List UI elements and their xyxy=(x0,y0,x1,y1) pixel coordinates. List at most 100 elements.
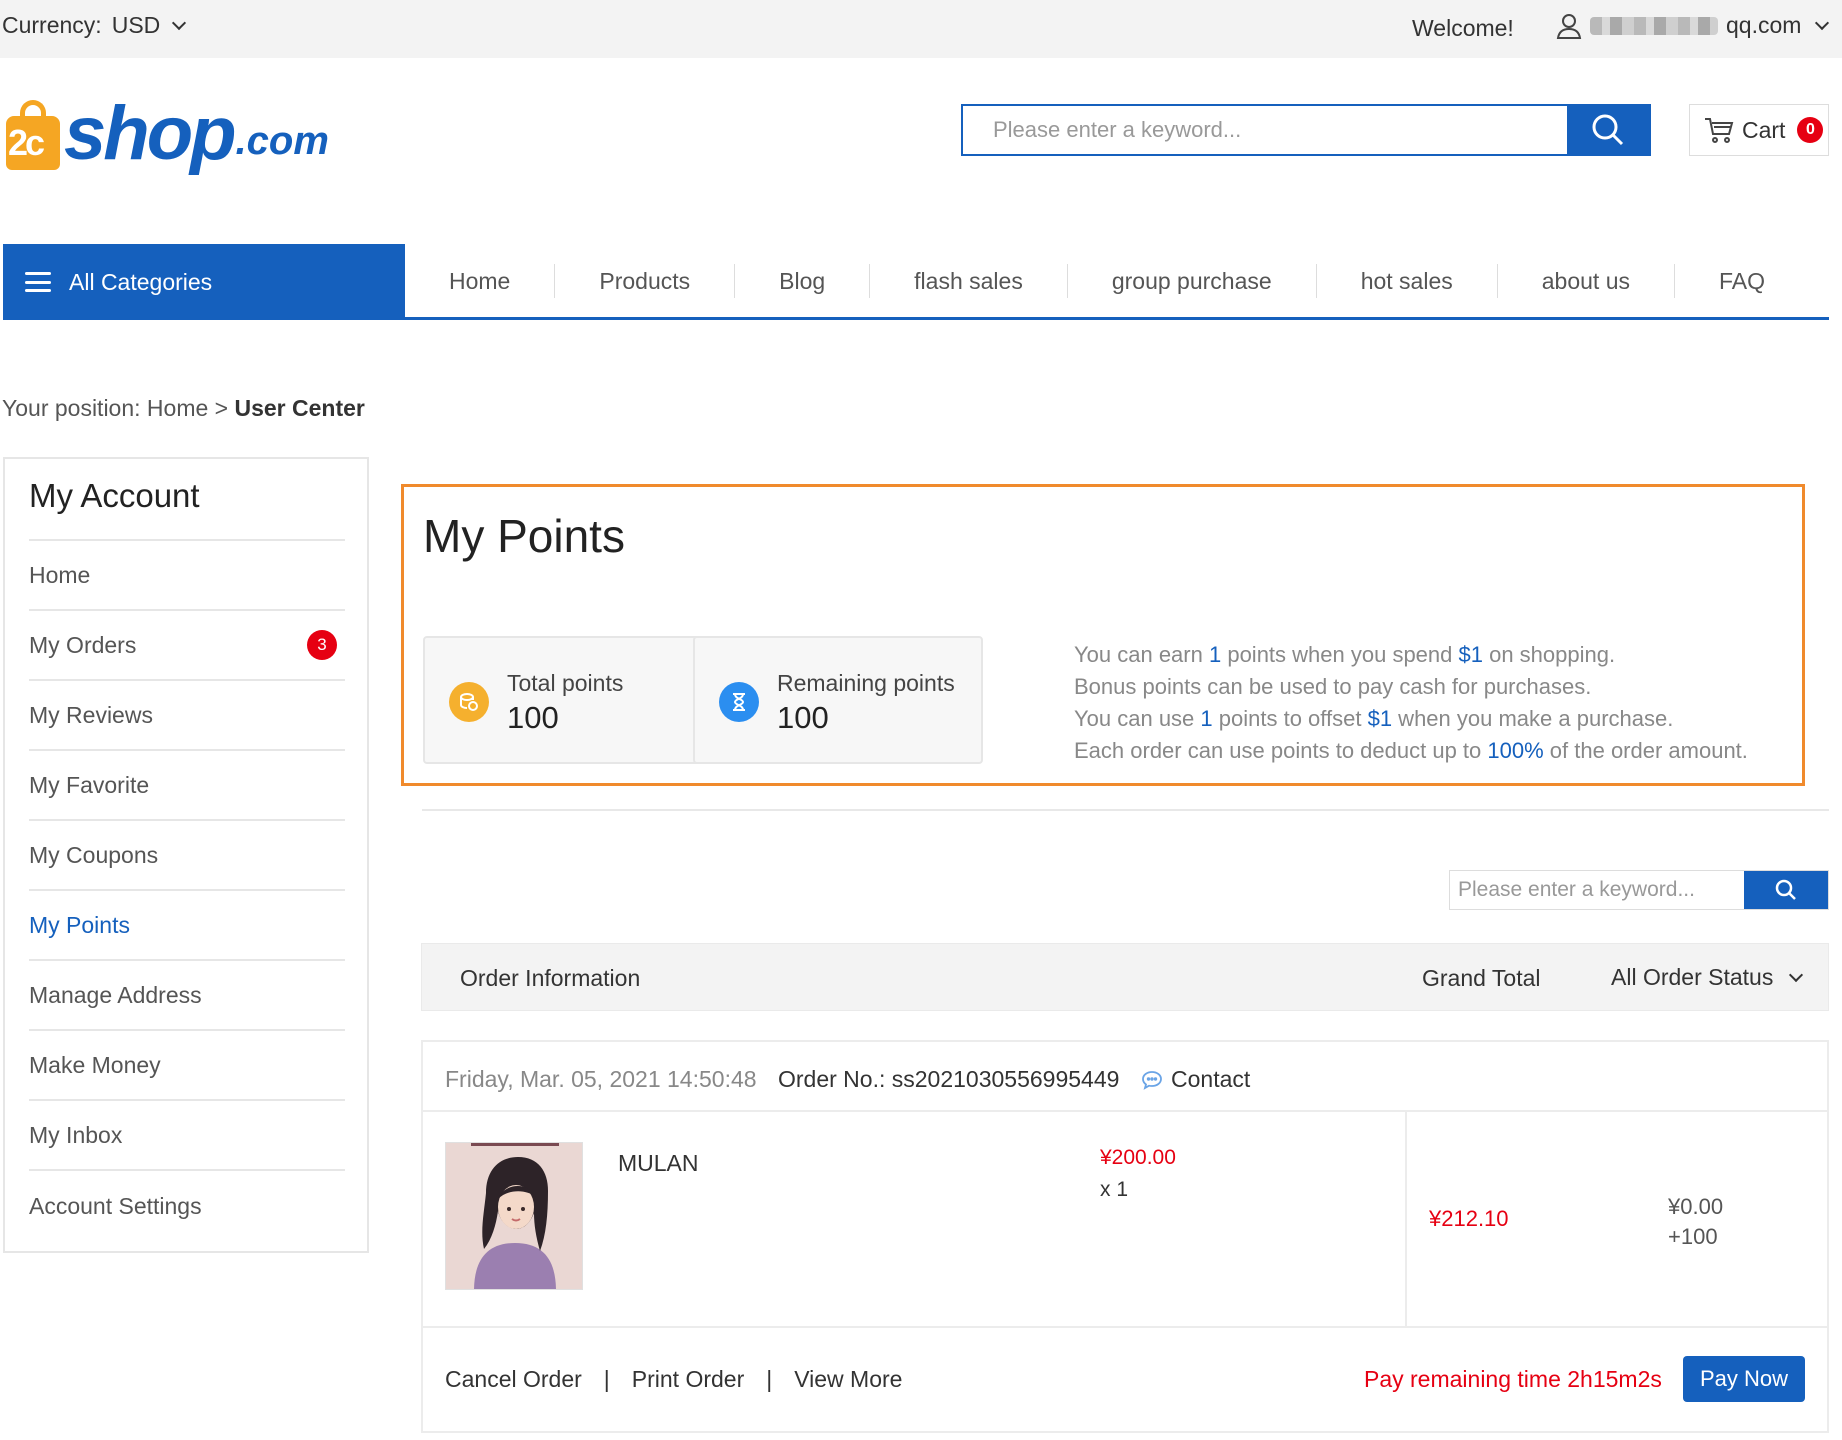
order-search xyxy=(1449,870,1829,910)
sidebar-item-label: Make Money xyxy=(29,1051,161,1078)
all-categories-button[interactable]: All Categories xyxy=(3,244,405,320)
points-rule-offset: You can use 1 points to offset $1 when y… xyxy=(1074,706,1674,731)
sidebar-item-label: My Inbox xyxy=(29,1121,123,1148)
order-number: Order No.: ss2021030556995449 xyxy=(778,1066,1120,1092)
order-table-header: Order Information Grand Total All Order … xyxy=(421,943,1829,1011)
sidebar-item-my-inbox[interactable]: My Inbox xyxy=(29,1101,345,1171)
product-thumbnail[interactable] xyxy=(445,1142,583,1290)
sidebar-item-label: My Coupons xyxy=(29,841,159,868)
order-search-button[interactable] xyxy=(1744,871,1828,909)
nav-group-purchase[interactable]: group purchase xyxy=(1068,263,1317,298)
col-order-information: Order Information xyxy=(460,965,641,991)
print-order-link[interactable]: Print Order xyxy=(632,1366,744,1393)
nav-about-us[interactable]: about us xyxy=(1498,263,1675,298)
points-delta: +100 xyxy=(1668,1224,1718,1249)
total-points-card: Total points 100 xyxy=(423,636,713,764)
order-search-input[interactable] xyxy=(1450,871,1744,909)
sidebar-item-make-money[interactable]: Make Money xyxy=(29,1031,345,1101)
sidebar-item-label: My Points xyxy=(29,911,130,938)
order-action-links: Cancel Order | Print Order | View More xyxy=(445,1366,902,1393)
cart-icon xyxy=(1705,118,1734,143)
currency-value: USD xyxy=(111,12,161,38)
points-rules: You can earn 1 points when you spend $1 … xyxy=(1074,639,1748,767)
sidebar-item-my-favorite[interactable]: My Favorite xyxy=(29,751,345,821)
sidebar-item-my-coupons[interactable]: My Coupons xyxy=(29,821,345,891)
menu-icon xyxy=(25,272,51,292)
sidebar-menu: Home My Orders 3 My Reviews My Favorite M… xyxy=(29,539,345,1241)
pay-remaining-time: Pay remaining time 2h15m2s xyxy=(1364,1366,1662,1392)
nav-products[interactable]: Products xyxy=(555,263,736,298)
chevron-down-icon xyxy=(172,15,187,30)
points-rule-bonus: Bonus points can be used to pay cash for… xyxy=(1074,674,1592,699)
shopping-bag-icon: 2c xyxy=(6,98,62,170)
breadcrumb: Your position: Home > User Center xyxy=(2,395,365,422)
cart-button[interactable]: Cart 0 xyxy=(1689,104,1829,156)
user-menu[interactable]: qq.com xyxy=(1556,12,1830,39)
pay-now-button[interactable]: Pay Now xyxy=(1683,1356,1805,1402)
sidebar-item-account-settings[interactable]: Account Settings xyxy=(29,1171,345,1241)
contact-link[interactable]: Contact xyxy=(1141,1066,1250,1093)
sidebar-item-label: My Favorite xyxy=(29,771,150,798)
user-email-redacted xyxy=(1590,16,1718,35)
product-quantity: x 1 xyxy=(1100,1178,1129,1201)
order-actions: Cancel Order | Print Order | View More P… xyxy=(423,1326,1827,1433)
page-title: My Points xyxy=(423,510,625,562)
total-points-label: Total points xyxy=(507,670,624,696)
nav-flash-sales[interactable]: flash sales xyxy=(870,263,1068,298)
currency-label: Currency: xyxy=(2,12,102,38)
currency-selector[interactable]: Currency: USD xyxy=(2,12,187,39)
welcome-text: Welcome! xyxy=(1412,15,1514,41)
sidebar-item-label: Home xyxy=(29,561,91,588)
order-status-dropdown[interactable]: All Order Status xyxy=(1611,964,1804,991)
logo-word: shop xyxy=(64,91,237,176)
remaining-points-value: 100 xyxy=(777,700,829,735)
logo-prefix: 2c xyxy=(8,122,45,163)
divider xyxy=(422,809,1829,811)
breadcrumb-current: User Center xyxy=(234,395,365,421)
points-rule-deduct: Each order can use points to deduct up t… xyxy=(1074,738,1748,763)
sidebar-item-home[interactable]: Home xyxy=(29,541,345,611)
order-status-value: All Order Status xyxy=(1611,964,1774,990)
site-logo[interactable]: 2c shop .com xyxy=(6,91,329,176)
chevron-down-icon xyxy=(1815,15,1830,30)
coins-icon xyxy=(449,682,489,722)
sidebar-item-manage-address[interactable]: Manage Address xyxy=(29,961,345,1031)
search-icon xyxy=(1592,114,1624,146)
col-grand-total: Grand Total xyxy=(1422,965,1541,991)
view-more-link[interactable]: View More xyxy=(794,1366,902,1393)
cart-label: Cart xyxy=(1742,116,1786,143)
logo-suffix: .com xyxy=(235,119,329,163)
link-separator: | xyxy=(603,1366,610,1392)
nav-blog[interactable]: Blog xyxy=(735,263,871,298)
sidebar-item-label: Manage Address xyxy=(29,981,202,1008)
remaining-points-label: Remaining points xyxy=(777,670,955,696)
search-input[interactable] xyxy=(963,106,1567,154)
cancel-order-link[interactable]: Cancel Order xyxy=(445,1366,582,1393)
chevron-down-icon xyxy=(1789,967,1804,982)
contact-label: Contact xyxy=(1171,1066,1251,1092)
nav-home[interactable]: Home xyxy=(405,263,556,298)
chat-bubble-icon xyxy=(1142,1070,1162,1090)
sidebar-item-my-orders[interactable]: My Orders 3 xyxy=(29,611,345,681)
link-separator: | xyxy=(766,1366,773,1392)
product-name[interactable]: MULAN xyxy=(618,1150,699,1177)
order-meta: Friday, Mar. 05, 2021 14:50:48 Order No.… xyxy=(423,1042,1827,1112)
total-points-value: 100 xyxy=(507,700,559,735)
search-button[interactable] xyxy=(1567,106,1649,154)
nav-hot-sales[interactable]: hot sales xyxy=(1317,263,1498,298)
points-rule-earn: You can earn 1 points when you spend $1 … xyxy=(1074,642,1616,667)
sidebar-item-label: My Reviews xyxy=(29,701,153,728)
hourglass-icon xyxy=(719,682,759,722)
user-icon xyxy=(1556,13,1582,39)
order-points: ¥0.00 +100 xyxy=(1668,1192,1723,1252)
cart-count-badge: 0 xyxy=(1797,117,1824,143)
points-amount: ¥0.00 xyxy=(1668,1194,1724,1219)
order-date: Friday, Mar. 05, 2021 14:50:48 xyxy=(445,1066,757,1092)
nav-faq[interactable]: FAQ xyxy=(1675,264,1809,298)
breadcrumb-prefix[interactable]: Your position: Home > xyxy=(2,395,228,421)
orders-count-badge: 3 xyxy=(307,630,337,660)
sidebar-item-my-reviews[interactable]: My Reviews xyxy=(29,681,345,751)
remaining-points-card: Remaining points 100 xyxy=(693,636,983,764)
sidebar-item-my-points[interactable]: My Points xyxy=(29,891,345,961)
sidebar-item-label: My Orders xyxy=(29,631,137,658)
